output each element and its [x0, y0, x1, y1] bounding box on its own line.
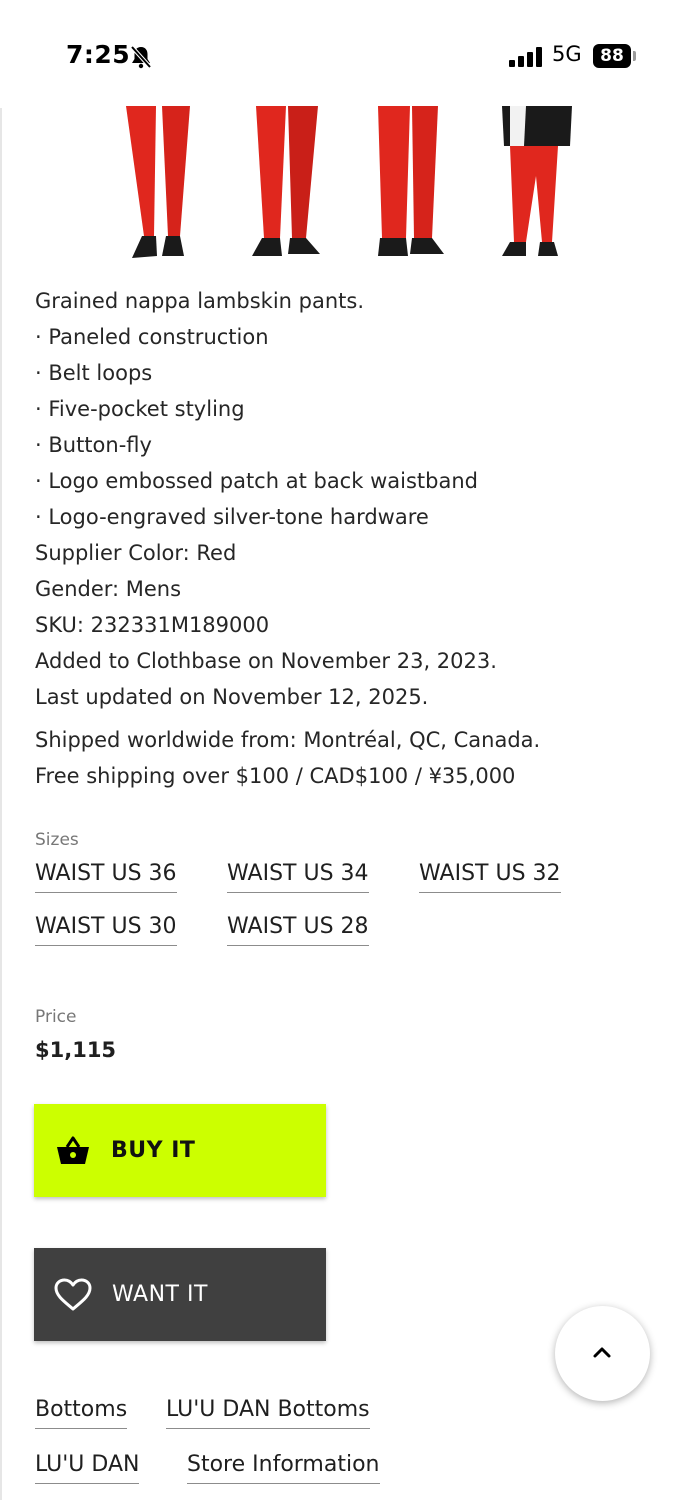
- product-thumbnail-4[interactable]: [496, 106, 586, 262]
- buy-it-label: BUY IT: [111, 1138, 196, 1163]
- sizes-label: Sizes: [35, 830, 79, 850]
- signal-icon: [509, 47, 542, 67]
- network-type: 5G: [552, 42, 582, 66]
- product-thumbnail-1[interactable]: [112, 106, 202, 262]
- size-option-waist-30[interactable]: WAIST US 30: [35, 913, 177, 946]
- battery-cap: [633, 51, 636, 61]
- price-value: $1,115: [35, 1038, 117, 1062]
- description-line: · Belt loops: [35, 361, 153, 385]
- description-line: · Button-fly: [35, 433, 152, 457]
- buy-it-button[interactable]: BUY IT: [34, 1104, 326, 1197]
- basket-icon: [57, 1136, 89, 1164]
- status-time: 7:25: [66, 40, 131, 69]
- description-line: · Logo-engraved silver-tone hardware: [35, 505, 429, 529]
- product-page: 7:25 5G 88 Grained nappa lambskin pants.…: [0, 0, 690, 1500]
- updated-date: Last updated on November 12, 2025.: [35, 685, 429, 709]
- size-option-waist-28[interactable]: WAIST US 28: [227, 913, 369, 946]
- store-information-link[interactable]: Store Information: [187, 1451, 380, 1484]
- left-divider: [0, 108, 2, 1500]
- product-thumbnails: [0, 106, 690, 264]
- chevron-up-icon: [593, 1347, 611, 1358]
- size-option-waist-36[interactable]: WAIST US 36: [35, 860, 177, 893]
- size-option-waist-32[interactable]: WAIST US 32: [419, 860, 561, 893]
- shipping-origin: Shipped worldwide from: Montréal, QC, Ca…: [35, 728, 541, 752]
- category-link-brand-bottoms[interactable]: LU'U DAN Bottoms: [166, 1396, 370, 1429]
- category-link-brand[interactable]: LU'U DAN: [35, 1451, 140, 1484]
- scroll-to-top-button[interactable]: [555, 1306, 650, 1401]
- added-date: Added to Clothbase on November 23, 2023.: [35, 649, 497, 673]
- product-thumbnail-2[interactable]: [240, 106, 330, 262]
- description-line: · Logo embossed patch at back waistband: [35, 469, 478, 493]
- supplier-color: Supplier Color: Red: [35, 541, 237, 565]
- price-label: Price: [35, 1007, 77, 1027]
- shipping-info: Shipped worldwide from: Montréal, QC, Ca…: [35, 722, 665, 794]
- product-thumbnail-3[interactable]: [368, 106, 458, 262]
- product-description: Grained nappa lambskin pants. · Paneled …: [35, 283, 665, 715]
- description-line: · Five-pocket styling: [35, 397, 245, 421]
- sku: SKU: 232331M189000: [35, 613, 270, 637]
- category-link-bottoms[interactable]: Bottoms: [35, 1396, 128, 1429]
- want-it-label: WANT IT: [112, 1282, 208, 1307]
- free-shipping-threshold: Free shipping over $100 / CAD$100 / ¥35,…: [35, 764, 516, 788]
- want-it-button[interactable]: WANT IT: [34, 1248, 326, 1341]
- heart-icon: [54, 1278, 92, 1311]
- size-option-waist-34[interactable]: WAIST US 34: [227, 860, 369, 893]
- description-line: · Paneled construction: [35, 325, 269, 349]
- battery-icon: 88: [593, 44, 631, 68]
- gender: Gender: Mens: [35, 577, 182, 601]
- silent-bell-icon: [130, 45, 152, 69]
- description-line: Grained nappa lambskin pants.: [35, 289, 364, 313]
- status-bar: 7:25 5G 88: [0, 0, 690, 108]
